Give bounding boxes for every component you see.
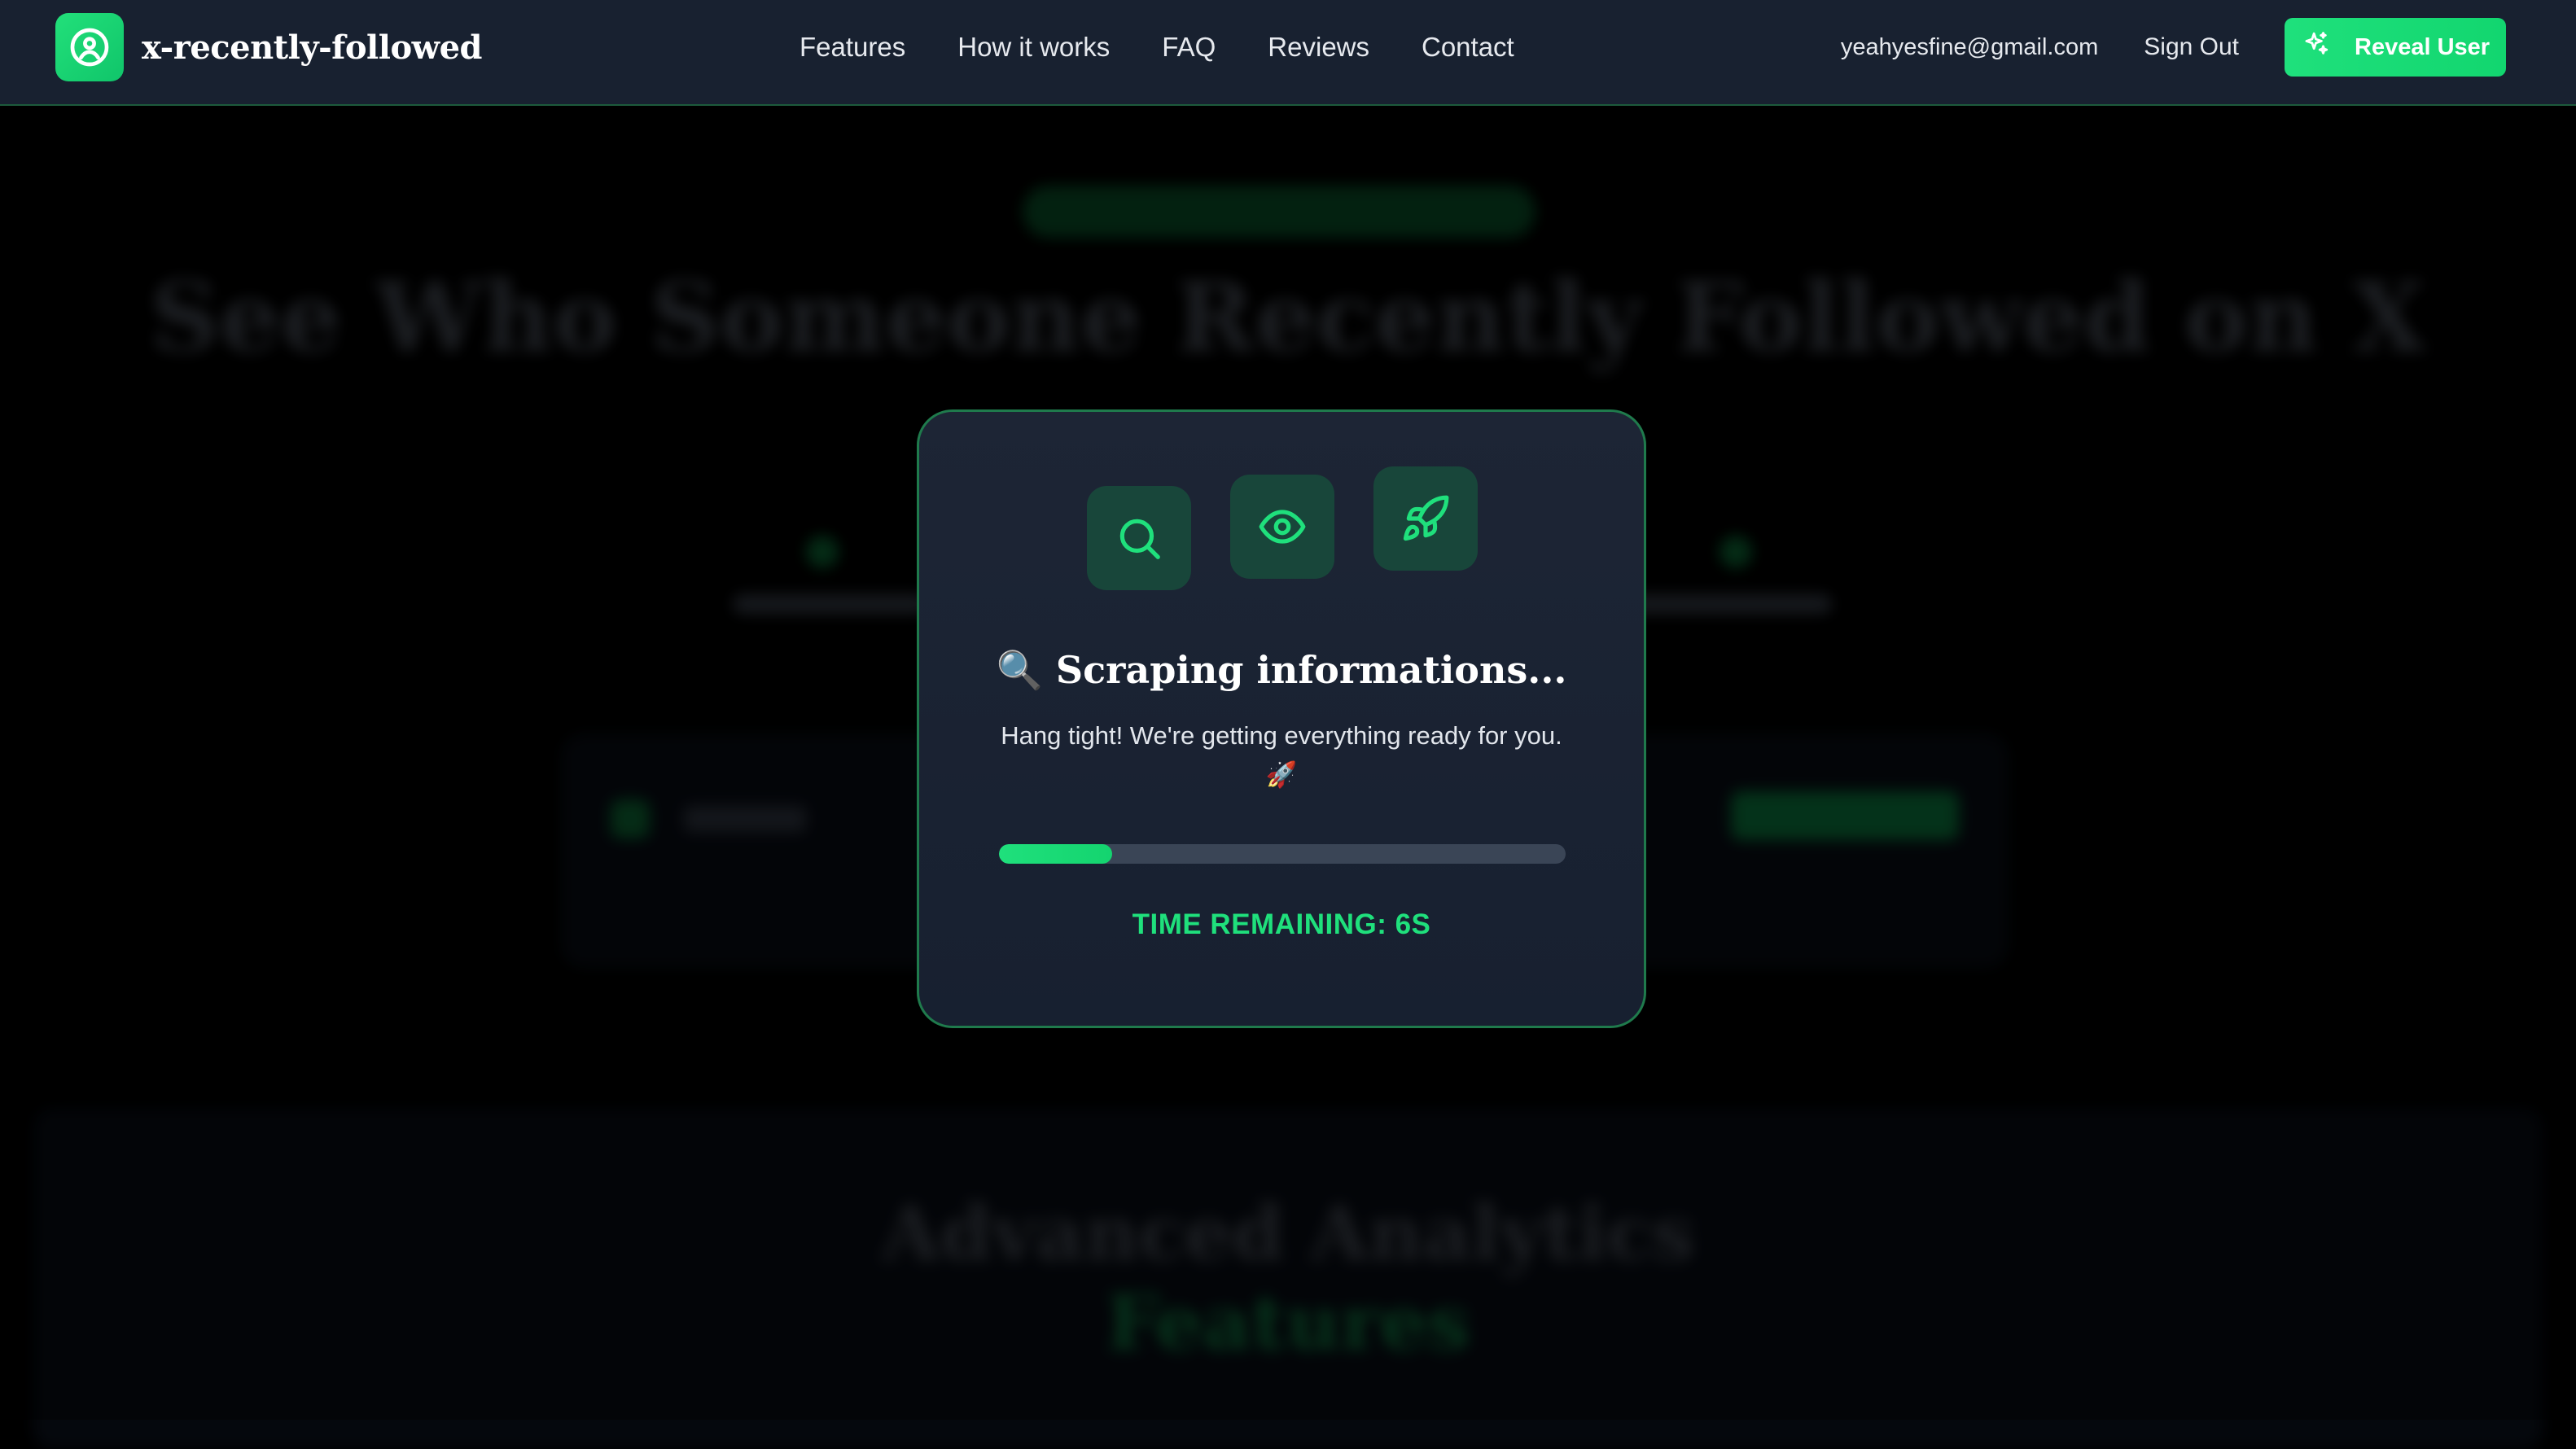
modal-subtitle: Hang tight! We're getting everything rea…	[1001, 721, 1562, 789]
loading-modal: 🔍 Scraping informations... Hang tight! W…	[917, 409, 1646, 1028]
modal-title: 🔍 Scraping informations...	[996, 648, 1567, 692]
top-navbar: x-recently-followed Features How it work…	[0, 0, 2576, 106]
nav-link-reviews[interactable]: Reviews	[1268, 32, 1369, 63]
search-icon	[1087, 486, 1191, 590]
nav-link-contact[interactable]: Contact	[1422, 32, 1514, 63]
nav-link-faq[interactable]: FAQ	[1162, 32, 1216, 63]
user-email: yeahyesfine@gmail.com	[1840, 33, 2099, 60]
reveal-user-label: Reveal User	[2355, 33, 2491, 60]
brand[interactable]: x-recently-followed	[55, 13, 482, 81]
reveal-user-button[interactable]: Reveal User	[2285, 18, 2506, 77]
rocket-icon	[1373, 466, 1478, 571]
nav-links: Features How it works FAQ Reviews Contac…	[800, 0, 1566, 94]
nav-account: yeahyesfine@gmail.com Sign Out Reveal Us…	[1841, 0, 2506, 94]
brand-logo-icon	[55, 13, 124, 81]
brand-name: x-recently-followed	[142, 28, 482, 67]
time-remaining: TIME REMAINING: 6S	[1132, 908, 1431, 940]
nav-link-features[interactable]: Features	[800, 32, 905, 63]
eye-icon	[1230, 475, 1334, 579]
progress-bar-fill	[999, 844, 1113, 864]
progress-bar	[999, 844, 1566, 864]
sign-out-button[interactable]: Sign Out	[2144, 33, 2239, 61]
nav-link-how-it-works[interactable]: How it works	[957, 32, 1110, 63]
sparkles-icon	[2302, 30, 2330, 64]
